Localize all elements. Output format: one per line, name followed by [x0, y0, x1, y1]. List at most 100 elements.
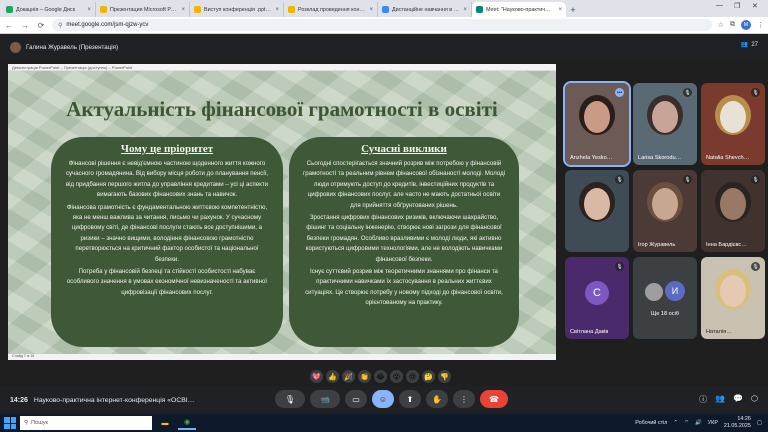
- back-icon[interactable]: ←: [4, 21, 14, 30]
- participant-avatar: [645, 283, 663, 301]
- microphone-button[interactable]: 🎙: [275, 390, 305, 408]
- mic-off-icon: 🎙: [683, 175, 692, 184]
- reaction-button[interactable]: 👎: [438, 370, 451, 383]
- url-text: meet.google.com/jsm-qjzw-ycv: [66, 22, 149, 28]
- language-indicator[interactable]: УКР: [708, 420, 718, 426]
- bookmark-star-icon[interactable]: ☆: [718, 21, 724, 29]
- emoji-reactions-button[interactable]: ☺: [372, 390, 394, 408]
- slide: Актуальність фінансової грамотності в ос…: [8, 71, 556, 354]
- card-paragraph: Потреба у фінансовій безпеці та стійкост…: [66, 268, 268, 296]
- right-card: Сучасні виклики Сьогодні спостерігається…: [289, 137, 519, 347]
- participant-tile[interactable]: 🎙 Наталія…: [701, 257, 765, 339]
- tab-close-icon[interactable]: ×: [463, 7, 467, 13]
- browser-tab[interactable]: Дистанційне навчання в ВСП…×: [378, 2, 472, 17]
- minimize-icon[interactable]: —: [716, 2, 723, 9]
- right-card-body: Сьогодні спостерігається значний розрив …: [303, 159, 505, 309]
- slide-title: Актуальність фінансової грамотності в ос…: [66, 97, 498, 121]
- tab-favicon-icon: [288, 6, 295, 13]
- captions-icon: ▭: [352, 394, 360, 404]
- participant-face: [720, 275, 746, 307]
- participant-tile[interactable]: ••• Anzhela Yesko…: [563, 81, 631, 167]
- camera-button[interactable]: 📹: [310, 390, 340, 408]
- card-paragraph: Сьогодні спостерігається значний розрив …: [303, 160, 506, 209]
- participant-face: [720, 101, 746, 133]
- people-panel-icon[interactable]: 👥: [715, 394, 725, 405]
- participant-tile[interactable]: 🎙 Інна Бардієвс…: [701, 170, 765, 252]
- participant-tile[interactable]: С 🎙 Світлана Даків: [565, 257, 629, 339]
- clock-date: 21.05.2025: [723, 422, 751, 429]
- desktop-label[interactable]: Робочий стіл: [635, 420, 667, 426]
- tab-close-icon[interactable]: ×: [275, 7, 279, 13]
- reaction-button[interactable]: 😢: [406, 370, 419, 383]
- browser-tab[interactable]: Презентация Microsoft PowerP…×: [96, 2, 190, 17]
- reaction-button[interactable]: 😮: [390, 370, 403, 383]
- meeting-time: 14:26: [10, 396, 28, 404]
- participant-initial: С: [585, 281, 609, 305]
- camera-icon: 📹: [320, 394, 330, 404]
- participants-count[interactable]: 👥 27: [741, 41, 758, 49]
- tab-close-icon[interactable]: ×: [369, 7, 373, 13]
- taskbar-clock[interactable]: 14:26 21.05.2025: [724, 416, 751, 429]
- participant-tile[interactable]: 🎙 Natalia Shevch…: [701, 83, 765, 165]
- tray-chevron-icon[interactable]: ⌃: [673, 420, 678, 426]
- participants-count-value: 27: [751, 41, 758, 48]
- presentation-app-header: Демонстрація PowerPoint – Презентація (д…: [8, 64, 556, 71]
- browser-tab[interactable]: Meet: "Науково-практич… ×: [472, 2, 566, 17]
- address-bar: ← → ⟳ ⚲ meet.google.com/jsm-qjzw-ycv ☆ ⧉…: [0, 17, 768, 34]
- browser-tab[interactable]: Розклад проведення конфер…×: [284, 2, 378, 17]
- url-input[interactable]: ⚲ meet.google.com/jsm-qjzw-ycv: [52, 19, 712, 31]
- emoji-icon: ☺: [378, 394, 388, 404]
- reaction-button[interactable]: 🤔: [422, 370, 435, 383]
- profile-avatar[interactable]: M: [741, 20, 751, 30]
- participant-tile[interactable]: 🎙: [565, 170, 629, 252]
- captions-button[interactable]: ▭: [345, 390, 367, 408]
- participant-tile[interactable]: 🎙 Larisa Skorodu…: [633, 83, 697, 165]
- participant-tile[interactable]: И Ще 18 осіб: [633, 257, 697, 339]
- mic-off-icon: 🎙: [615, 175, 624, 184]
- volume-icon[interactable]: 🔊: [695, 420, 702, 426]
- more-options-button[interactable]: ⋮: [453, 390, 475, 408]
- tab-label: Докацнія – Google Диск: [16, 6, 75, 13]
- tab-close-icon[interactable]: ×: [87, 7, 91, 13]
- browser-menu-icon[interactable]: ⋮: [757, 21, 764, 29]
- taskbar-file-explorer-icon[interactable]: ▬: [156, 416, 174, 430]
- browser-tab[interactable]: Виступ конференція .pptx – G…×: [190, 2, 284, 17]
- mic-off-icon: 🎙: [751, 175, 760, 184]
- network-icon[interactable]: ⌔: [684, 419, 689, 426]
- taskbar-chrome-icon[interactable]: ◉: [178, 416, 196, 430]
- participant-name: Ігор Журавель: [638, 242, 676, 248]
- close-window-icon[interactable]: ✕: [752, 2, 758, 10]
- windows-start-icon[interactable]: [4, 417, 16, 429]
- reaction-button[interactable]: 😂: [374, 370, 387, 383]
- tab-close-icon[interactable]: ×: [181, 7, 185, 13]
- reaction-button[interactable]: 👍: [326, 370, 339, 383]
- meet-top-bar: Галина Журавель (Презентація) 👥 27: [0, 35, 768, 59]
- reaction-button[interactable]: 🎉: [342, 370, 355, 383]
- info-icon[interactable]: ⓘ: [699, 394, 707, 405]
- maximize-icon[interactable]: ❐: [734, 2, 740, 10]
- participant-tile[interactable]: 🎙 Ігор Журавель: [633, 170, 697, 252]
- raise-hand-button[interactable]: ✋: [426, 390, 448, 408]
- card-paragraph: Фінансові рішення є невід'ємною частиною…: [65, 160, 269, 199]
- tab-close-icon[interactable]: ×: [558, 7, 562, 13]
- hand-icon: ✋: [432, 394, 442, 404]
- tab-label: Meet: "Науково-практич…: [486, 6, 551, 13]
- extensions-icon[interactable]: ⧉: [730, 21, 735, 29]
- notifications-icon[interactable]: ▢: [757, 420, 762, 426]
- activities-icon[interactable]: ⬡: [751, 394, 758, 405]
- present-screen-button[interactable]: ⬆: [399, 390, 421, 408]
- new-tab-button[interactable]: +: [566, 2, 580, 17]
- leave-call-button[interactable]: ☎: [480, 390, 508, 408]
- chat-icon[interactable]: 💬: [733, 394, 743, 405]
- participant-name: Світлана Даків: [570, 329, 609, 335]
- participant-name: Anzhela Yesko…: [570, 155, 613, 161]
- reaction-button[interactable]: 👏: [358, 370, 371, 383]
- reaction-button[interactable]: 💖: [310, 370, 323, 383]
- reload-icon[interactable]: ⟳: [36, 21, 46, 30]
- forward-icon[interactable]: →: [20, 21, 30, 30]
- browser-tab[interactable]: Докацнія – Google Диск ×: [2, 2, 96, 17]
- participant-name: Larisa Skorodu…: [638, 155, 682, 161]
- taskbar-search-input[interactable]: ⚲ Пошук: [20, 416, 152, 430]
- tab-favicon-icon: [100, 6, 107, 13]
- site-info-icon[interactable]: ⚲: [58, 22, 62, 29]
